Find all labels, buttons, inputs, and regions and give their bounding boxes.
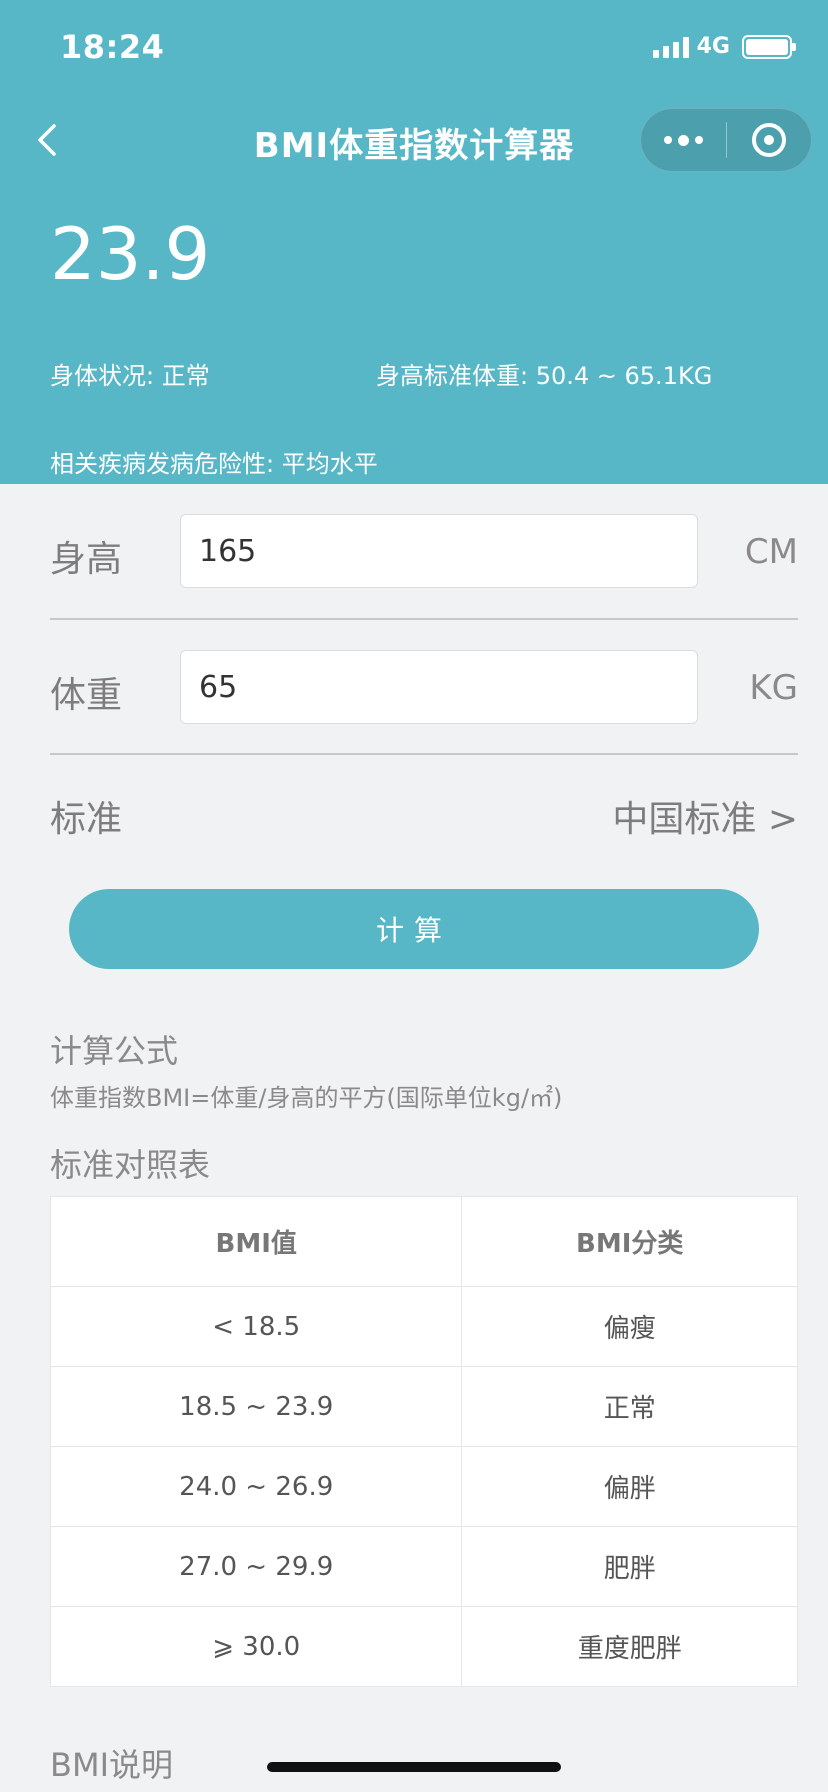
table-row: 18.5 ~ 23.9 正常	[49, 1366, 798, 1447]
disease-risk: 相关疾病发病危险性: 平均水平	[50, 450, 378, 478]
home-indicator	[267, 1762, 561, 1772]
table-cell: ⩾ 30.0	[49, 1606, 463, 1687]
table-cell: 肥胖	[461, 1526, 798, 1607]
weight-input[interactable]: 65	[180, 650, 698, 724]
formula-text: 体重指数BMI=体重/身高的平方(国际单位kg/㎡)	[50, 1084, 563, 1112]
header: 18:24 4G BMI体重指数计算器 23.9 身体状况: 正常 身高标准体重…	[0, 0, 828, 484]
signal-icon	[652, 36, 689, 58]
table-cell: 27.0 ~ 29.9	[49, 1526, 463, 1607]
body-status: 身体状况: 正常	[50, 362, 210, 390]
height-unit: CM	[744, 532, 798, 572]
more-dots-icon[interactable]	[641, 108, 726, 172]
divider	[50, 753, 798, 755]
calculate-button[interactable]: 计算	[69, 889, 759, 969]
standard-selector[interactable]: 中国标准 >	[612, 790, 798, 842]
table-cell: 偏胖	[461, 1446, 798, 1527]
mini-program-capsule	[640, 108, 812, 172]
height-input[interactable]: 165	[180, 514, 698, 588]
reference-table: BMI值 BMI分类 < 18.5 偏瘦 18.5 ~ 23.9 正常 24.0…	[49, 1196, 798, 1687]
table-row: ⩾ 30.0 重度肥胖	[49, 1606, 798, 1687]
divider	[50, 618, 798, 620]
formula-title: 计算公式	[50, 1032, 179, 1070]
table-header-row: BMI值 BMI分类	[49, 1196, 798, 1287]
weight-label: 体重	[50, 675, 123, 716]
standard-weight: 身高标准体重: 50.4 ~ 65.1KG	[376, 362, 713, 390]
table-cell: 偏瘦	[461, 1286, 798, 1367]
table-row: 24.0 ~ 26.9 偏胖	[49, 1446, 798, 1527]
bmi-result-value: 23.9	[50, 212, 211, 296]
table-row: < 18.5 偏瘦	[49, 1286, 798, 1367]
bmi-note-title: BMI说明	[50, 1746, 174, 1784]
height-label: 身高	[50, 539, 123, 580]
target-close-icon[interactable]	[727, 108, 812, 172]
status-time: 18:24	[60, 28, 165, 66]
battery-icon	[742, 34, 796, 59]
table-header: BMI分类	[461, 1196, 798, 1287]
status-indicators: 4G	[652, 34, 796, 59]
table-cell: 正常	[461, 1366, 798, 1447]
table-cell: 18.5 ~ 23.9	[49, 1366, 463, 1447]
table-cell: 24.0 ~ 26.9	[49, 1446, 463, 1527]
table-header: BMI值	[49, 1196, 463, 1287]
reference-title: 标准对照表	[50, 1146, 211, 1184]
network-label: 4G	[696, 34, 730, 59]
table-cell: 重度肥胖	[461, 1606, 798, 1687]
table-row: 27.0 ~ 29.9 肥胖	[49, 1526, 798, 1607]
weight-unit: KG	[749, 668, 798, 708]
table-cell: < 18.5	[49, 1286, 463, 1367]
standard-label: 标准	[50, 799, 123, 840]
